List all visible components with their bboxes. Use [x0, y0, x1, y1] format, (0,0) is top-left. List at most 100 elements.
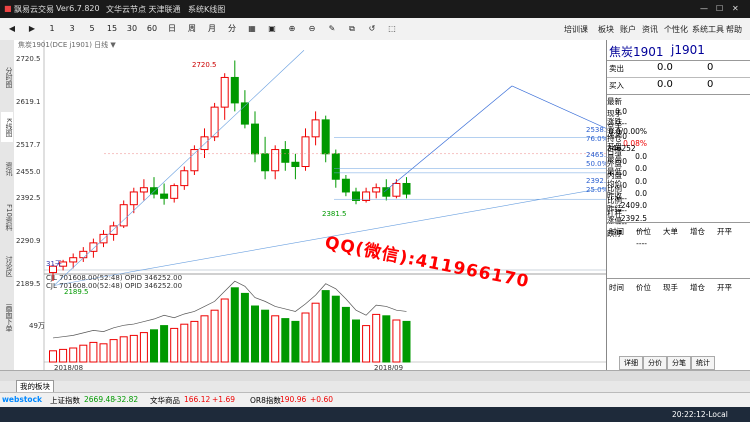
stats-row: 杠杆 ---- 跌停 ----: [607, 208, 750, 248]
volume-bar: [99, 343, 108, 363]
app-logo-icon: ■: [4, 4, 12, 13]
menu-account[interactable]: 账户: [620, 24, 636, 35]
toolbar-button-4[interactable]: 5: [84, 22, 100, 36]
volume-bar: [402, 320, 411, 363]
stats-row: 内盘 0 昨收 2409.0: [607, 170, 750, 210]
menu-training[interactable]: 培训课: [564, 24, 588, 35]
menu-sector[interactable]: 板块: [598, 24, 614, 35]
stats-cell-5-0: 外盘: [607, 159, 622, 168]
volume-bar: [261, 309, 270, 363]
fib-label-2: 2465.2: [586, 151, 606, 159]
price-axis-label-5: 2290.9: [16, 237, 41, 246]
trade-header-1: 价位: [636, 283, 651, 292]
minimize-button[interactable]: —: [700, 4, 708, 13]
volume-bar: [109, 339, 118, 363]
toolbar-button-18[interactable]: ↺: [364, 22, 380, 36]
tab-intraday[interactable]: 分时图: [1, 62, 13, 92]
volume-bar: [352, 319, 360, 363]
maximize-button[interactable]: ☐: [716, 4, 723, 13]
chart-area[interactable]: 2720.5 2189.5 2381.5 31天 2538.076.0% 2465.250…: [14, 40, 611, 372]
stats-row: 外盘 0 均价 0.0: [607, 158, 750, 198]
trade-header-1: 价位: [636, 227, 651, 236]
toolbar-button-17[interactable]: ⧉: [344, 22, 360, 36]
volume-bar: [392, 319, 401, 363]
candle-body: [119, 204, 128, 227]
menu-system-tools[interactable]: 系统工具: [692, 24, 724, 35]
panel-tab-0[interactable]: 详细: [619, 356, 643, 370]
menu-help[interactable]: 帮助: [726, 24, 742, 35]
toolbar-button-2[interactable]: 1: [44, 22, 60, 36]
candle-body: [139, 187, 148, 193]
candle-body: [160, 193, 169, 199]
trade-header-2: 现手: [663, 283, 678, 292]
price-axis-label-0: 2720.5: [16, 55, 41, 64]
toolbar-button-13[interactable]: ▣: [264, 22, 280, 36]
volume-bar: [372, 313, 381, 363]
panel-tab-2[interactable]: 分笔: [667, 356, 691, 370]
panel-tab-1[interactable]: 分价: [643, 356, 667, 370]
close-button[interactable]: ✕: [732, 4, 739, 13]
volume-bar: [362, 325, 371, 363]
kline-chart[interactable]: 2720.5 2189.5 2381.5 31天 2538.076.0% 2465.250…: [14, 40, 611, 372]
fib-label-1: 76.0%: [586, 135, 606, 143]
volume-bar: [240, 292, 249, 363]
candle-body: [200, 136, 209, 151]
toolbar-button-1[interactable]: ▶: [24, 22, 40, 36]
toolbar-button-7[interactable]: 60: [144, 22, 160, 36]
stats-cell-7-0: 比例: [607, 183, 622, 193]
candle-body: [89, 242, 98, 252]
tab-kline[interactable]: K线图: [1, 112, 13, 142]
menu-personalize[interactable]: 个性化: [664, 24, 688, 35]
candle-body: [392, 182, 401, 197]
volume-bar: [200, 315, 209, 363]
fib-label-0: 2538.0: [586, 126, 606, 134]
toolbar-button-8[interactable]: 日: [164, 22, 180, 36]
stats-cell-4-0: 日增: [607, 146, 622, 156]
toolbar-button-12[interactable]: ▦: [244, 22, 260, 36]
toolbar-button-10[interactable]: 月: [204, 22, 220, 36]
ticker-name-2[interactable]: OR8指数: [250, 395, 281, 406]
contract-code: j1901: [671, 43, 705, 57]
toolbar-button-9[interactable]: 周: [184, 22, 200, 36]
buy-price[interactable]: 0.0: [657, 79, 673, 90]
stats-row: 比例 ---- 昨结 2392.5: [607, 183, 750, 223]
menu-news[interactable]: 资讯: [642, 24, 658, 35]
toolbar-button-15[interactable]: ⊖: [304, 22, 320, 36]
volume-bar: [281, 318, 290, 363]
price-axis-label-1: 2619.1: [16, 98, 41, 107]
stats-cell-6-0: 内盘: [607, 171, 622, 181]
volume-info-2: CJL 701608.00(52:48) OPID 346252.00: [46, 282, 182, 290]
tab-order[interactable]: 画面下单: [1, 298, 13, 338]
tab-forum[interactable]: 讨论区: [1, 252, 13, 280]
fib-label-3: 50.0%: [586, 160, 606, 168]
ticker-name-1[interactable]: 文华商品: [150, 395, 180, 406]
toolbar-button-0[interactable]: ◀: [4, 22, 20, 36]
stats-cell-2-0: 总手: [607, 121, 622, 131]
toolbar-button-16[interactable]: ✎: [324, 22, 340, 36]
stats-cell-8-0: 比例: [607, 196, 622, 206]
toolbar-button-14[interactable]: ⊕: [284, 22, 300, 36]
volume-bar: [89, 341, 98, 363]
volume-bar: [210, 309, 219, 363]
candle-body: [341, 178, 350, 193]
ticker-name-0[interactable]: 上证指数: [50, 395, 80, 406]
toolbar-button-3[interactable]: 3: [64, 22, 80, 36]
volume-bar: [382, 315, 391, 363]
stats-cell-9-3[interactable]: ----: [607, 239, 647, 248]
toolbar-button-19[interactable]: ⬚: [384, 22, 400, 36]
clock: 20:22:12-Local: [672, 410, 728, 419]
stats-row: 持仓 346252 最高 0.0: [607, 133, 750, 173]
panel-tab-3[interactable]: 统计: [691, 356, 715, 370]
stats-cell-9-0: 杠杆: [607, 208, 622, 218]
volume-bar: [271, 315, 280, 363]
server-node: 文华云节点 天津联通: [106, 5, 181, 14]
tab-f10[interactable]: F10资料: [1, 200, 13, 234]
sell-price[interactable]: 0.0: [657, 62, 673, 73]
candle-body: [291, 161, 300, 168]
high-label: 2720.5: [192, 61, 217, 69]
volume-bar: [79, 344, 88, 363]
tab-news[interactable]: 资讯: [1, 158, 13, 180]
toolbar-button-6[interactable]: 30: [124, 22, 140, 36]
toolbar-button-5[interactable]: 15: [104, 22, 120, 36]
toolbar-button-11[interactable]: 分: [224, 22, 240, 36]
